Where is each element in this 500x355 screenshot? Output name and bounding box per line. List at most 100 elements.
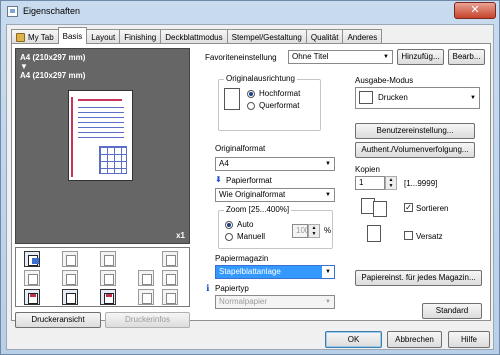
- duplex-icon[interactable]: [100, 251, 116, 267]
- favorites-edit-button[interactable]: Bearb...: [448, 49, 485, 65]
- function-icon-panel: [15, 247, 190, 307]
- paper-type-label: Papiertyp: [215, 284, 249, 293]
- preview-text-line: [78, 117, 124, 118]
- favorites-add-button[interactable]: Hinzufüg...: [397, 49, 444, 65]
- original-format-select[interactable]: A4 ▼: [215, 157, 335, 171]
- paper-tray-label: Papiermagazin: [215, 254, 269, 263]
- title-bar[interactable]: Eigenschaften ✕: [1, 1, 499, 23]
- output-mode-label: Ausgabe-Modus: [355, 76, 414, 85]
- copies-spinner[interactable]: ▲ ▼: [385, 176, 397, 190]
- header-footer-icon[interactable]: [138, 289, 154, 305]
- tab-deckblattmodus[interactable]: Deckblattmodus: [160, 29, 228, 44]
- zoom-group: Zoom [25...400%] Auto Manuell 100 ▲ ▼ %: [218, 205, 333, 249]
- zoom-spinner[interactable]: ▲ ▼: [308, 224, 320, 238]
- chevron-down-icon: ▼: [383, 54, 389, 60]
- offset-pages-icon: [367, 225, 381, 242]
- staple-icon[interactable]: [162, 270, 178, 286]
- offset-checkbox[interactable]: [404, 231, 413, 240]
- tab-qualitaet[interactable]: Qualität: [305, 29, 344, 44]
- help-button[interactable]: Hilfe: [448, 331, 490, 348]
- orientation-title: Originalausrichtung: [224, 74, 297, 83]
- tab-finishing[interactable]: Finishing: [119, 29, 162, 44]
- output-mode-select[interactable]: Drucken ▼: [355, 87, 480, 109]
- preview-arrow: ▼: [20, 62, 28, 71]
- favorites-select[interactable]: Ohne Titel ▼: [288, 50, 393, 64]
- watermark-icon[interactable]: [138, 270, 154, 286]
- overlay-icon[interactable]: [162, 289, 178, 305]
- favorites-label: Favoriteneinstellung: [205, 53, 277, 62]
- tab-layout[interactable]: Layout: [86, 29, 121, 44]
- standard-button[interactable]: Standard: [422, 303, 482, 319]
- stamp-icon[interactable]: [162, 251, 178, 267]
- tab-anderes[interactable]: Anderes: [342, 29, 383, 44]
- preview-text-line: [78, 137, 124, 138]
- zoom-icon[interactable]: [62, 251, 78, 267]
- original-format-label: Originalformat: [215, 144, 266, 153]
- portrait-radio[interactable]: [247, 90, 255, 98]
- my-tab-icon: [16, 32, 25, 42]
- preview-output-size: A4 (210x297 mm): [20, 71, 86, 80]
- chevron-down-icon: ▼: [325, 192, 331, 198]
- printer-info-button[interactable]: Druckerinfos: [105, 312, 190, 328]
- preview-chart-graphic: [99, 146, 127, 174]
- combine-icon[interactable]: [24, 270, 40, 286]
- paper-tray-value: Stapelblattanlage: [219, 267, 281, 276]
- user-auth-icon[interactable]: [62, 289, 78, 305]
- tab-strip: My Tab Basis Layout Finishing Deckblattm…: [11, 27, 383, 44]
- chevron-down-icon: ▼: [470, 95, 476, 101]
- preview-paper: [68, 90, 133, 181]
- orientation-group: Originalausrichtung Hochformat Querforma…: [218, 74, 321, 131]
- paper-format-value: Wie Originalformat: [219, 190, 286, 199]
- paper-format-label: Papierformat: [226, 176, 272, 185]
- chevron-down-icon: ▼: [325, 299, 331, 305]
- preview-paper-margin: [71, 97, 73, 177]
- window-close-button[interactable]: ✕: [454, 2, 496, 19]
- zoom-value-input[interactable]: 100: [292, 224, 309, 238]
- ok-button[interactable]: OK: [325, 331, 382, 348]
- chevron-down-icon: ▼: [325, 161, 331, 167]
- zoom-auto-radio[interactable]: [225, 221, 233, 229]
- copies-input[interactable]: 1: [355, 176, 385, 190]
- info-icon: ℹ: [206, 283, 210, 293]
- authentication-button[interactable]: Authent./Volumenverfolgung...: [355, 142, 475, 158]
- favorites-value: Ohne Titel: [292, 52, 329, 61]
- landscape-label: Querformat: [259, 101, 300, 110]
- tab-my-tab[interactable]: My Tab: [11, 29, 59, 44]
- cover-icon[interactable]: [24, 289, 40, 305]
- preview-paper-header: [78, 99, 122, 101]
- preview-text-line: [78, 132, 124, 133]
- zoom-manual-label: Manuell: [237, 232, 266, 241]
- printer-app-icon: [7, 6, 18, 17]
- tab-basis[interactable]: Basis: [57, 27, 88, 44]
- original-format-value: A4: [219, 159, 229, 168]
- printer-view-button[interactable]: Druckeransicht: [15, 312, 101, 328]
- paper-type-select[interactable]: Normalpapier ▼: [215, 295, 335, 309]
- offset-label: Versatz: [416, 232, 443, 241]
- preview-copy-count: x1: [176, 231, 185, 240]
- user-settings-button[interactable]: Benutzereinstellung...: [355, 123, 475, 139]
- preview-original-size: A4 (210x297 mm): [20, 53, 86, 62]
- basis-tab-page: A4 (210x297 mm) ▼ A4 (210x297 mm) x1 Dru…: [11, 43, 491, 328]
- booklet-icon[interactable]: [62, 270, 78, 286]
- preview-text-line: [78, 127, 124, 128]
- portrait-orientation-icon: [224, 88, 240, 110]
- landscape-radio[interactable]: [247, 102, 255, 110]
- account-track-icon[interactable]: [100, 289, 116, 305]
- print-mode-icon[interactable]: [24, 251, 40, 267]
- paper-format-select[interactable]: Wie Originalformat ▼: [215, 188, 335, 202]
- copies-range: [1...9999]: [404, 179, 438, 188]
- cancel-button[interactable]: Abbrechen: [387, 331, 442, 348]
- paper-per-tray-button[interactable]: Papiereinst. für jedes Magazin...: [355, 270, 482, 286]
- zoom-unit: %: [324, 226, 332, 235]
- text-icon[interactable]: [100, 270, 116, 286]
- collate-checkbox[interactable]: ✓: [404, 203, 413, 212]
- collate-pages-icon: [373, 201, 387, 217]
- properties-window: Eigenschaften ✕ My Tab Basis Layout Fini…: [0, 0, 500, 355]
- tab-stempel-gestaltung[interactable]: Stempel/Gestaltung: [226, 29, 307, 44]
- window-title: Eigenschaften: [23, 6, 81, 16]
- paper-type-value: Normalpapier: [219, 297, 268, 306]
- print-preview: A4 (210x297 mm) ▼ A4 (210x297 mm) x1: [15, 48, 190, 244]
- dialog-client-area: My Tab Basis Layout Finishing Deckblattm…: [6, 24, 494, 350]
- zoom-manual-radio[interactable]: [225, 233, 233, 241]
- paper-tray-select[interactable]: Stapelblattanlage ▼: [215, 265, 335, 279]
